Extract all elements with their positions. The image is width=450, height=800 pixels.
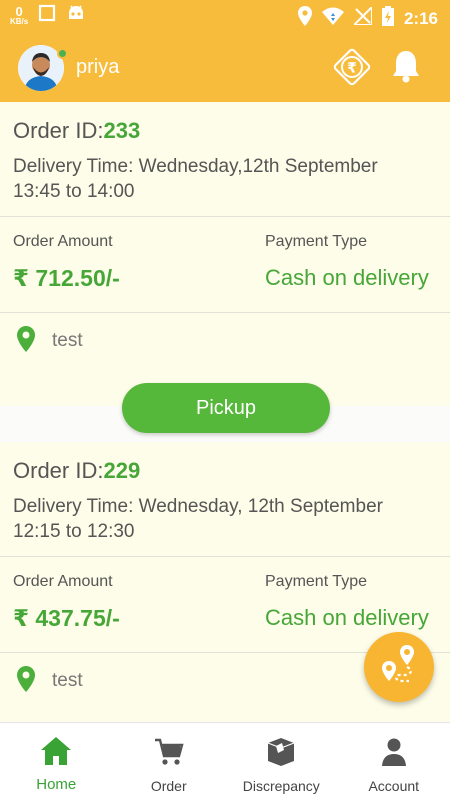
delivery-time: Delivery Time: Wednesday, 12th September… (13, 494, 433, 544)
app-header: priya ₹ (0, 32, 450, 102)
location-pin-icon (17, 326, 35, 357)
status-bar: 0 KB/s 2:16 (0, 0, 450, 32)
rupee-exchange-icon[interactable]: ₹ (332, 47, 372, 92)
nav-item-discrepancy[interactable]: Discrepancy (225, 723, 338, 800)
order-id-label: Order ID: (13, 118, 104, 143)
divider (0, 216, 450, 217)
bottom-navigation: Home Order Discrepancy Account (0, 722, 450, 800)
order-amount-value: ₹ 712.50/- (13, 265, 120, 291)
no-signal-icon (351, 4, 373, 30)
nav-item-order[interactable]: Order (113, 723, 226, 800)
payment-type-value: Cash on delivery (265, 605, 429, 630)
order-amount-value: ₹ 437.75/- (13, 605, 120, 631)
battery-icon (381, 6, 394, 31)
location-pin-icon (17, 666, 35, 697)
order-id-number: 229 (103, 458, 141, 483)
order-list[interactable]: Order ID:233 Delivery Time: Wednesday,12… (0, 102, 450, 722)
payment-type-label: Payment Type (265, 573, 367, 590)
cart-icon (154, 737, 184, 772)
net-speed-unit: KB/s (10, 17, 29, 26)
delivery-time-line1: Delivery Time: Wednesday,12th September (13, 156, 378, 177)
order-id-number: 233 (103, 118, 141, 143)
location-status-icon (297, 6, 312, 31)
svg-text:₹: ₹ (347, 61, 357, 77)
nav-item-home[interactable]: Home (0, 723, 113, 800)
order-id: Order ID:229 (13, 458, 140, 484)
delivery-time-line2: 12:15 to 12:30 (13, 521, 135, 542)
delivery-time-line1: Delivery Time: Wednesday, 12th September (13, 496, 383, 517)
delivery-address: test (52, 670, 83, 691)
home-icon (41, 737, 72, 770)
pickup-button[interactable]: Pickup (122, 383, 330, 433)
payment-type-value: Cash on delivery (265, 265, 429, 290)
delivery-address: test (52, 330, 83, 351)
order-card[interactable]: Order ID:233 Delivery Time: Wednesday,12… (0, 102, 450, 406)
nav-label-order: Order (150, 778, 187, 794)
payment-type-label: Payment Type (265, 233, 367, 250)
clock: 2:16 (403, 8, 438, 28)
status-bar-left: 0 KB/s (10, 4, 86, 27)
online-status-dot (57, 48, 68, 59)
status-bar-right: 2:16 (297, 4, 438, 31)
android-icon (66, 4, 86, 27)
delivery-time: Delivery Time: Wednesday,12th September … (13, 154, 433, 204)
nav-item-account[interactable]: Account (338, 723, 450, 800)
net-speed: 0 KB/s (10, 5, 28, 26)
nav-label-discrepancy: Discrepancy (242, 778, 320, 794)
nav-label-home: Home (36, 776, 77, 793)
order-amount-label: Order Amount (13, 233, 113, 250)
divider (0, 312, 450, 313)
delivery-time-line2: 13:45 to 14:00 (13, 181, 135, 202)
route-map-button[interactable] (364, 632, 434, 702)
order-id: Order ID:233 (13, 118, 140, 144)
order-id-label: Order ID: (13, 458, 104, 483)
divider (0, 556, 450, 557)
order-amount-label: Order Amount (13, 573, 113, 590)
screenshot-icon (38, 4, 56, 27)
notification-bell-icon[interactable] (390, 48, 422, 89)
person-icon (379, 737, 409, 772)
nav-label-account: Account (368, 778, 420, 794)
user-name: priya (76, 56, 120, 78)
wifi-icon (321, 7, 344, 30)
route-icon (377, 643, 421, 692)
box-icon (266, 737, 296, 772)
